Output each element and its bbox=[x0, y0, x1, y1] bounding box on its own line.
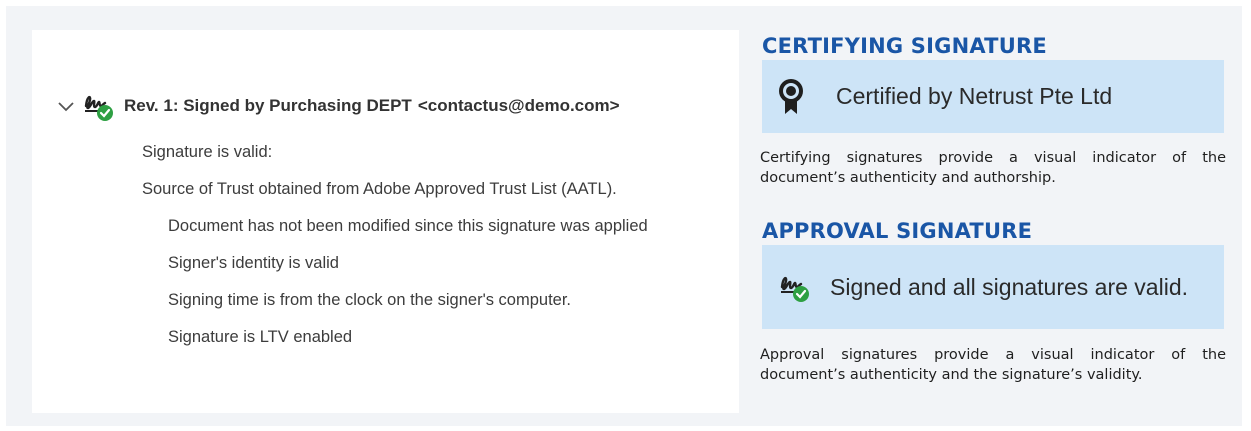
chevron-down-icon[interactable] bbox=[56, 98, 76, 114]
signature-valid-icon bbox=[80, 88, 116, 124]
certifying-banner-text: Certified by Netrust Pte Ltd bbox=[836, 83, 1113, 109]
revision-email: <contactus@demo.com> bbox=[417, 96, 620, 115]
approval-description: Approval signatures provide a visual ind… bbox=[760, 347, 1226, 383]
revision-row[interactable]: Rev. 1: Signed by Purchasing DEPT <conta… bbox=[56, 88, 620, 124]
detail-ltv-enabled: Signature is LTV enabled bbox=[168, 328, 353, 346]
detail-signing-time: Signing time is from the clock on the si… bbox=[168, 291, 572, 309]
approval-heading: APPROVAL SIGNATURE bbox=[762, 219, 1033, 243]
detail-signature-valid: Signature is valid: bbox=[142, 143, 273, 161]
detail-identity-valid: Signer's identity is valid bbox=[168, 254, 339, 272]
signature-valid-icon bbox=[776, 269, 812, 305]
certifying-heading: CERTIFYING SIGNATURE bbox=[762, 34, 1047, 58]
approval-banner: Signed and all signatures are valid. bbox=[762, 245, 1224, 329]
detail-source-of-trust: Source of Trust obtained from Adobe Appr… bbox=[142, 180, 617, 198]
approval-banner-text: Signed and all signatures are valid. bbox=[830, 273, 1189, 300]
certificate-ribbon-icon bbox=[778, 78, 804, 116]
certifying-banner: Certified by Netrust Pte Ltd bbox=[762, 60, 1224, 133]
revision-title: Rev. 1: Signed by Purchasing DEPT bbox=[124, 96, 412, 115]
certifying-description: Certifying signatures provide a visual i… bbox=[760, 150, 1226, 186]
detail-not-modified: Document has not been modified since thi… bbox=[168, 217, 648, 235]
signature-panel: Rev. 1: Signed by Purchasing DEPT <conta… bbox=[32, 30, 739, 413]
